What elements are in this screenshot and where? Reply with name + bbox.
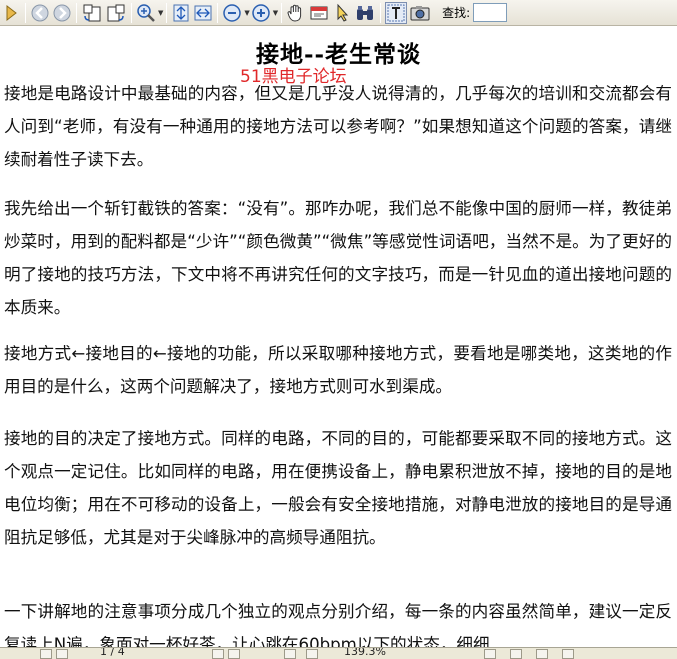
- paragraph: 一下讲解地的注意事项分成几个独立的观点分别介绍，每一条的内容虽然简单，建议一定反…: [4, 602, 672, 647]
- back-icon[interactable]: [30, 2, 50, 24]
- page-indicator[interactable]: 1 / 4: [100, 648, 125, 658]
- facing-view-button[interactable]: [536, 649, 548, 659]
- chevron-down-icon[interactable]: ▼: [244, 9, 249, 17]
- status-bar: 1 / 4 139.3%: [0, 647, 677, 659]
- select-arrow-icon[interactable]: [332, 2, 352, 24]
- last-page-button[interactable]: [228, 649, 240, 659]
- forward-icon[interactable]: [52, 2, 72, 24]
- paragraph: 接地的目的决定了接地方式。同样的电路，不同的目的，可能都要采取不同的接地方式。这…: [4, 429, 672, 547]
- fit-page-icon[interactable]: [171, 2, 191, 24]
- rotate-left-icon[interactable]: [81, 2, 103, 24]
- search-input[interactable]: [473, 3, 508, 22]
- chevron-down-icon[interactable]: ▼: [273, 9, 278, 17]
- zoom-in-icon[interactable]: [251, 2, 271, 24]
- text-select-icon[interactable]: [385, 1, 408, 24]
- first-page-button[interactable]: [40, 649, 52, 659]
- previous-page-button[interactable]: [56, 649, 68, 659]
- zoom-out-icon[interactable]: [222, 2, 242, 24]
- zoom-level[interactable]: 139.3%: [344, 648, 386, 658]
- toolbar-separator: [217, 2, 219, 23]
- toolbar-separator: [281, 2, 283, 23]
- continuous-view-button[interactable]: [510, 649, 522, 659]
- toolbar-separator: [76, 2, 77, 23]
- next-page-button[interactable]: [212, 649, 224, 659]
- fit-width-icon[interactable]: [193, 2, 213, 24]
- toolbar: ▼ ▼ ▼ 查找:: [0, 0, 677, 26]
- zoom-in-tool-icon[interactable]: [136, 2, 156, 24]
- hand-tool-icon[interactable]: [286, 2, 306, 24]
- paragraph: 接地方式←接地目的←接地的功能，所以采取哪种接地方式，要看地是哪类地，这类地的作…: [4, 344, 672, 396]
- document-page: 接地--老生常谈 51黑电子论坛 接地是电路设计中最基础的内容，但又是几乎没人说…: [0, 27, 677, 647]
- toolbar-separator: [380, 2, 382, 23]
- continuous-facing-view-button[interactable]: [562, 649, 574, 659]
- paragraph: 接地是电路设计中最基础的内容，但又是几乎没人说得清的，几乎每次的培训和交流都会有…: [4, 84, 672, 169]
- toolbar-separator: [131, 2, 132, 23]
- paragraph: 我先给出一个斩钉截铁的答案：“没有”。那咋办呢，我们总不能像中国的厨师一样，教徒…: [4, 199, 672, 317]
- search-label: 查找:: [442, 6, 471, 20]
- annotate-icon[interactable]: [308, 2, 330, 24]
- play-icon[interactable]: [1, 2, 21, 24]
- single-page-view-button[interactable]: [484, 649, 496, 659]
- find-binoculars-icon[interactable]: [354, 2, 376, 24]
- snapshot-icon[interactable]: [409, 2, 431, 24]
- toolbar-separator: [166, 2, 168, 23]
- rotate-right-icon[interactable]: [105, 2, 127, 24]
- back-nav-button[interactable]: [284, 649, 296, 659]
- forward-nav-button[interactable]: [306, 649, 318, 659]
- chevron-down-icon[interactable]: ▼: [158, 9, 163, 17]
- toolbar-separator: [25, 2, 26, 23]
